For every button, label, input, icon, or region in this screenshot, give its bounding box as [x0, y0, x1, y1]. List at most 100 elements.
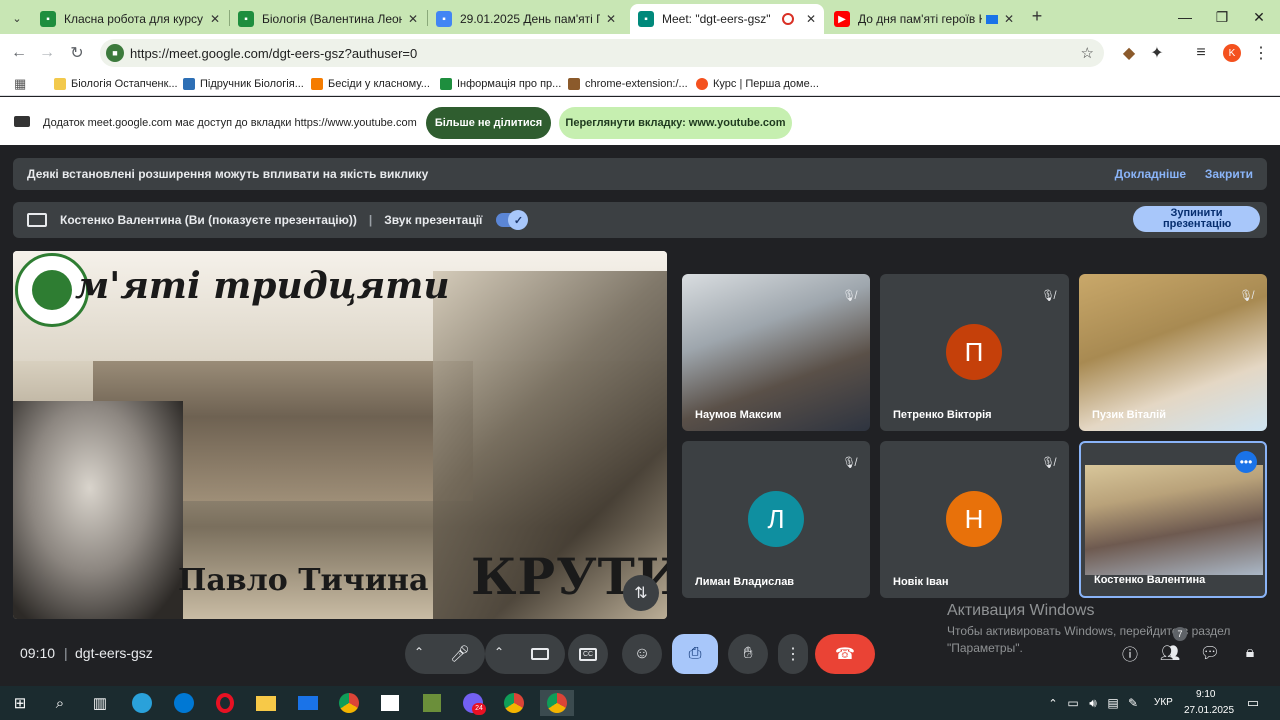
minimize-button[interactable]: — — [1170, 6, 1200, 28]
forward-icon[interactable]: → — [36, 42, 58, 64]
bookmark-item[interactable]: Курс | Перша доме... — [696, 75, 819, 93]
host-controls-icon[interactable]: 🔒︎ — [1237, 640, 1263, 666]
windows-taskbar: ⊞ ⌕ ▥ 24 ⌃ ▭ 🔊︎ ▤ ✎ УКР 9:10 27.01.2025 … — [0, 686, 1280, 720]
bookmark-item[interactable]: Інформація про пр... — [440, 75, 561, 93]
view-tab-button[interactable]: Переглянути вкладку: www.youtube.com — [559, 107, 792, 139]
mic-off-icon: 🎙︎̸ — [1239, 289, 1253, 302]
media-control-icon[interactable]: ≡ — [1190, 42, 1212, 64]
extension-warning-banner: Деякі встановлені розширення можуть впли… — [13, 158, 1267, 190]
leave-call-button[interactable]: ☎ — [815, 634, 875, 674]
more-options-icon[interactable]: ••• — [1235, 451, 1257, 473]
profile-avatar[interactable]: K — [1223, 44, 1241, 62]
opera-icon[interactable] — [212, 690, 238, 716]
infobar-text: Додаток meet.google.com має доступ до вк… — [43, 117, 417, 129]
mail-icon[interactable] — [295, 690, 321, 716]
clock-date[interactable]: 27.01.2025 — [1184, 705, 1234, 716]
maximize-button[interactable]: ❐ — [1207, 6, 1237, 28]
captions-icon: CC — [579, 647, 597, 661]
close-icon[interactable]: ✕ — [210, 12, 220, 26]
self-tile[interactable]: ••• Костенко Валентина — [1079, 441, 1267, 598]
close-window-button[interactable]: ✕ — [1244, 6, 1274, 28]
edge-icon[interactable] — [171, 690, 197, 716]
mic-options-button[interactable]: ⌃ — [414, 645, 424, 659]
language-indicator[interactable]: УКР — [1154, 697, 1173, 708]
tab-meet[interactable]: ▪ Meet: "dgt-eers-gsz" ✕ — [630, 4, 824, 34]
mic-button[interactable]: 🎤︎ — [440, 634, 480, 674]
close-icon[interactable]: ✕ — [1004, 12, 1014, 26]
more-options-button[interactable]: ⋮ — [778, 634, 808, 674]
bookmark-star-icon[interactable]: ☆ — [1081, 44, 1094, 62]
participant-name: Пузик Віталій — [1092, 409, 1166, 421]
stop-sharing-button[interactable]: Більше не ділитися — [426, 107, 551, 139]
chrome-icon[interactable] — [540, 690, 574, 716]
apps-grid-icon[interactable]: ▦ — [14, 76, 26, 92]
extensions-icon[interactable]: ✦ — [1146, 42, 1168, 64]
reload-icon[interactable]: ↻ — [66, 42, 88, 64]
meet-icon: ▪ — [638, 11, 654, 27]
participant-tile[interactable]: 🎙︎̸ Пузик Віталій — [1079, 274, 1267, 431]
avatar: Н — [946, 491, 1002, 547]
tab-title: До дня пам'яті героїв Крут — [858, 12, 982, 26]
swap-layout-button[interactable]: ⇅ — [623, 575, 659, 611]
info-icon[interactable]: ⓘ — [1117, 640, 1143, 666]
presentation-audio-label: Звук презентації — [384, 213, 483, 227]
people-icon[interactable]: 👥︎ — [1157, 640, 1183, 666]
address-bar[interactable]: ■ https://meet.google.com/dgt-eers-gsz?a… — [100, 39, 1104, 67]
captions-button[interactable]: CC — [568, 634, 608, 674]
chrome-icon[interactable] — [336, 690, 362, 716]
tab-search-button[interactable]: ⌄ — [8, 9, 26, 27]
camera-button[interactable] — [520, 634, 560, 674]
menu-kebab-icon[interactable]: ⋮ — [1250, 42, 1272, 64]
chrome-icon[interactable] — [501, 690, 527, 716]
telegram-icon[interactable] — [129, 690, 155, 716]
raise-hand-button[interactable]: ✋︎ — [728, 634, 768, 674]
warning-text: Деякі встановлені розширення можуть впли… — [27, 167, 429, 181]
activation-line2: "Параметры". — [947, 641, 1023, 655]
camera-options-button[interactable]: ⌃ — [494, 645, 504, 659]
search-icon[interactable]: ⌕ — [47, 690, 73, 716]
emoji-button[interactable]: ☺ — [622, 634, 662, 674]
clock-time[interactable]: 9:10 — [1196, 689, 1215, 700]
back-icon[interactable]: ← — [8, 42, 30, 64]
present-button[interactable]: ⎙ — [672, 634, 718, 674]
close-icon[interactable]: ✕ — [408, 12, 418, 26]
screen-share-icon — [14, 116, 30, 127]
new-tab-button[interactable]: + — [1027, 6, 1047, 28]
bookmark-item[interactable]: chrome-extension:/... — [568, 75, 688, 93]
tab-classroom-1[interactable]: ▪ Класна робота для курсу "76 к ✕ — [32, 4, 228, 34]
presentation-audio-toggle[interactable]: ✓ — [496, 210, 529, 230]
close-banner-link[interactable]: Закрити — [1205, 167, 1253, 181]
file-explorer-icon[interactable] — [253, 690, 279, 716]
stop-presenting-button[interactable]: Зупинити презентацію — [1133, 206, 1260, 232]
chat-icon[interactable]: 💬︎ — [1197, 640, 1223, 666]
tab-classroom-2[interactable]: ▪ Біологія (Валентина Леонідівн ✕ — [230, 4, 426, 34]
bookmark-label: Інформація про пр... — [457, 78, 562, 90]
bookmark-item[interactable]: Бесіди у класному... — [311, 75, 430, 93]
app-icon[interactable] — [419, 690, 445, 716]
extension-icon — [568, 78, 580, 90]
tab-memorial-day[interactable]: ▪ 29.01.2025 День пам'яті Героїв ✕ — [428, 4, 624, 34]
notification-center-icon[interactable]: ▭ — [1240, 690, 1266, 716]
close-icon[interactable]: ✕ — [806, 12, 816, 26]
pen-icon[interactable]: ✎ — [1120, 690, 1146, 716]
bookmark-item[interactable]: Біологія Остапченк... — [54, 75, 178, 93]
participant-tile[interactable]: 🎙︎̸ Л Лиман Владислав — [682, 441, 870, 598]
mic-off-icon: 🎙︎̸ — [1041, 289, 1055, 302]
participant-tile[interactable]: 🎙︎̸ Н Новік Іван — [880, 441, 1069, 598]
avatar: Л — [748, 491, 804, 547]
presenting-bar: Костенко Валентина (Ви (показуєте презен… — [13, 202, 1267, 238]
participant-tile[interactable]: 🎙︎̸ Наумов Максим — [682, 274, 870, 431]
presenting-text: Костенко Валентина (Ви (показуєте презен… — [60, 213, 357, 227]
task-view-icon[interactable]: ▥ — [87, 690, 113, 716]
bookmark-item[interactable]: Підручник Біологія... — [183, 75, 304, 93]
extension-owl-icon[interactable]: ◆ — [1118, 42, 1140, 64]
learn-more-link[interactable]: Докладніше — [1115, 167, 1186, 181]
participant-name: Лиман Владислав — [695, 576, 795, 588]
tab-youtube[interactable]: ▶ До дня пам'яті героїв Крут ✕ — [826, 4, 1022, 34]
participant-tile[interactable]: 🎙︎̸ П Петренко Вікторія — [880, 274, 1069, 431]
windows-start-icon[interactable]: ⊞ — [7, 690, 33, 716]
tab-title: 29.01.2025 День пам'яті Героїв — [460, 12, 600, 26]
avatar: П — [946, 324, 1002, 380]
close-icon[interactable]: ✕ — [606, 12, 616, 26]
store-icon[interactable] — [377, 690, 403, 716]
